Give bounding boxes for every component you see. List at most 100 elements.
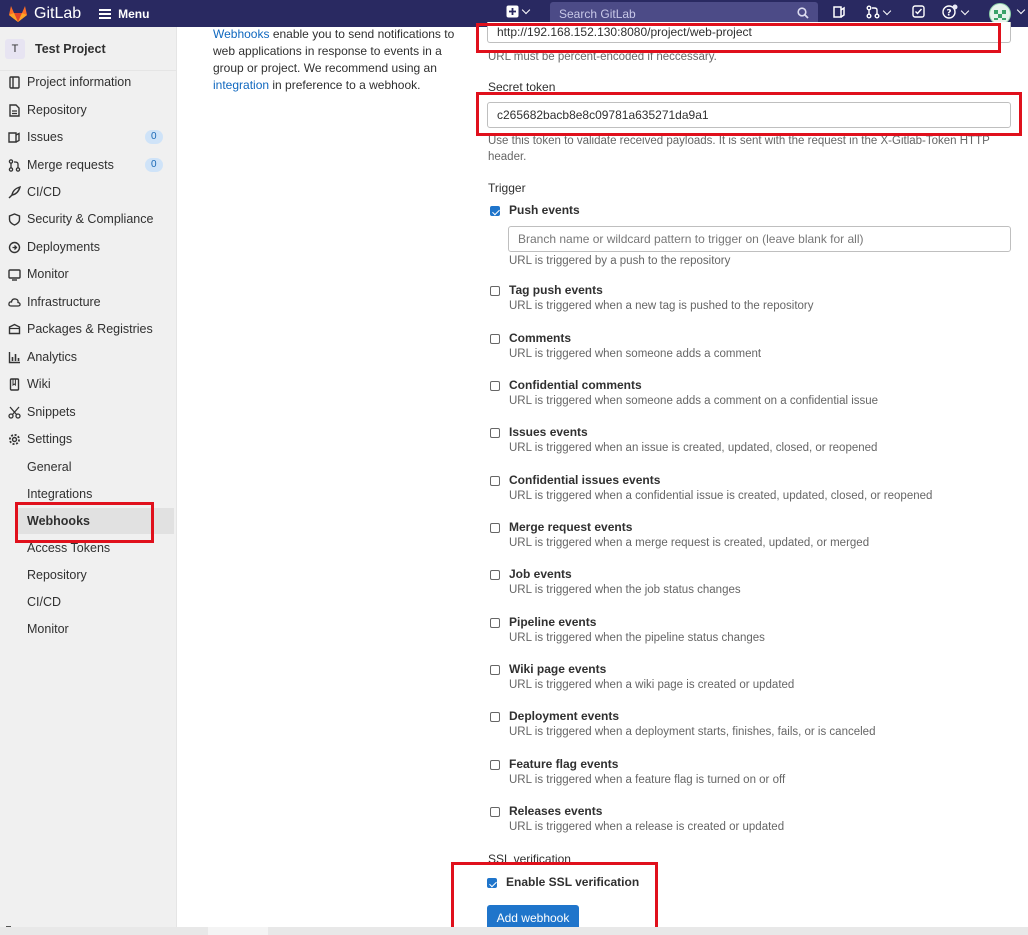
sidebar-item-monitor[interactable]: Monitor: [0, 261, 177, 287]
merge-request-icon: [866, 5, 880, 19]
gitlab-logo[interactable]: GitLab: [8, 4, 81, 23]
confidential-issues-events-checkbox[interactable]: [490, 476, 500, 486]
highlight-box-ssl-submit: [451, 862, 658, 935]
sidebar-item-label: Settings: [27, 432, 73, 446]
sidebar-item-label: Analytics: [27, 350, 78, 364]
trigger-desc: URL is triggered when a merge request is…: [509, 537, 870, 549]
sidebar-item-wiki[interactable]: Wiki: [0, 371, 177, 397]
issues-events-checkbox[interactable]: [490, 428, 500, 438]
settings-sub-ci-cd[interactable]: CI/CD: [0, 589, 177, 615]
trigger-title: Merge request events: [509, 520, 633, 534]
new-item-button[interactable]: [506, 5, 531, 18]
settings-sub-repository[interactable]: Repository: [0, 562, 177, 588]
horizontal-scrollbar[interactable]: [0, 927, 1028, 935]
app-name: GitLab: [34, 4, 82, 22]
help-icon: ?: [942, 4, 958, 19]
sidebar-item-settings[interactable]: Settings: [0, 426, 177, 452]
sidebar-project-header[interactable]: T Test Project: [0, 27, 176, 71]
sidebar-item-packages-registries[interactable]: Packages & Registries: [0, 316, 177, 342]
gear-icon: [7, 432, 21, 446]
search-placeholder: Search GitLab: [559, 6, 636, 21]
issues-icon: [7, 130, 21, 144]
trigger-title: Comments: [509, 331, 572, 345]
sidebar-item-label: Project information: [27, 75, 132, 89]
info-icon: [7, 75, 21, 89]
deployment-events-checkbox[interactable]: [490, 712, 500, 722]
issues-count-badge: 0: [145, 130, 163, 144]
sidebar-item-label: Packages & Registries: [27, 322, 153, 336]
menu-button[interactable]: Menu: [99, 7, 149, 21]
sidebar-item-merge-requests[interactable]: Merge requests 0: [0, 152, 177, 178]
help-button[interactable]: ?: [942, 4, 970, 20]
webhooks-docs-link[interactable]: Webhooks: [213, 27, 269, 41]
releases-events-checkbox[interactable]: [490, 807, 500, 817]
issues-top-button[interactable]: [832, 5, 846, 19]
sidebar-item-deployments[interactable]: Deployments: [0, 234, 177, 260]
search-icon: [797, 7, 809, 19]
sidebar-item-repository[interactable]: Repository: [0, 97, 177, 123]
sidebar-item-ci-cd[interactable]: CI/CD: [0, 179, 177, 205]
push-events-desc: URL is triggered by a push to the reposi…: [509, 255, 731, 267]
deployments-icon: [7, 240, 21, 254]
trigger-desc: URL is triggered when an issue is create…: [509, 442, 878, 454]
integration-docs-link[interactable]: integration: [213, 78, 269, 92]
settings-sub-general[interactable]: General: [0, 454, 177, 480]
sidebar-item-project-information[interactable]: Project information: [0, 69, 177, 95]
cloud-icon: [7, 295, 21, 309]
job-events-checkbox[interactable]: [490, 570, 500, 580]
sidebar-item-infrastructure[interactable]: Infrastructure: [0, 289, 177, 315]
confidential-comments-checkbox[interactable]: [490, 381, 500, 391]
trigger-title: Confidential comments: [509, 378, 642, 392]
sidebar-item-label: Monitor: [27, 267, 69, 281]
sidebar-item-label: Issues: [27, 130, 64, 144]
comments-checkbox[interactable]: [490, 334, 500, 344]
trigger-desc: URL is triggered when someone adds a com…: [509, 348, 762, 360]
shield-icon: [7, 212, 21, 226]
todo-checkbox-icon: [912, 5, 925, 18]
trigger-desc: URL is triggered when a feature flag is …: [509, 774, 786, 786]
svg-text:?: ?: [946, 9, 951, 19]
identicon-icon: [994, 10, 1006, 20]
push-branch-filter-input[interactable]: Branch name or wildcard pattern to trigg…: [508, 226, 1011, 252]
sidebar-item-snippets[interactable]: Snippets: [0, 399, 177, 425]
highlight-box-secret-token: [476, 92, 1022, 136]
book-icon: [7, 377, 21, 391]
feature-flag-events-checkbox[interactable]: [490, 760, 500, 770]
merge-request-events-checkbox[interactable]: [490, 523, 500, 533]
todos-button[interactable]: [912, 5, 925, 18]
gitlab-fox-icon: [9, 6, 27, 22]
hamburger-icon: [99, 7, 112, 21]
highlight-box-webhooks-nav: [15, 502, 154, 543]
wiki-page-events-checkbox[interactable]: [490, 665, 500, 675]
trigger-title: Deployment events: [509, 709, 620, 723]
sidebar-item-label: Infrastructure: [27, 295, 101, 309]
scrollbar-thumb[interactable]: [208, 927, 268, 935]
tag-push-events-checkbox[interactable]: [490, 286, 500, 296]
plus-square-icon: [506, 5, 519, 18]
scissors-icon: [7, 405, 21, 419]
secret-token-help-text: Use this token to validate received payl…: [488, 135, 990, 163]
rocket-icon: [7, 185, 21, 199]
pipeline-events-checkbox[interactable]: [490, 618, 500, 628]
push-events-checkbox[interactable]: [490, 206, 500, 216]
trigger-title: Releases events: [509, 804, 603, 818]
sidebar-item-issues[interactable]: Issues 0: [0, 124, 177, 150]
issues-icon: [833, 6, 845, 18]
chevron-down-icon: [882, 6, 892, 15]
sidebar-item-security-compliance[interactable]: Security & Compliance: [0, 206, 177, 232]
monitor-icon: [7, 267, 21, 281]
package-icon: [7, 322, 21, 336]
merge-requests-top-button[interactable]: [866, 5, 892, 19]
doc-icon: [7, 103, 21, 117]
trigger-title: Confidential issues events: [509, 473, 661, 487]
trigger-desc: URL is triggered when a confidential iss…: [509, 490, 933, 502]
push-branch-filter-placeholder: Branch name or wildcard pattern to trigg…: [518, 232, 864, 246]
trigger-title: Wiki page events: [509, 662, 607, 676]
sidebar-item-label: CI/CD: [27, 185, 62, 199]
webhooks-intro: Webhooks enable you to send notification…: [213, 26, 458, 94]
sidebar-item-analytics[interactable]: Analytics: [0, 344, 177, 370]
trigger-title: Issues events: [509, 425, 588, 439]
settings-sub-monitor[interactable]: Monitor: [0, 616, 177, 642]
avatar-chevron-icon[interactable]: [1016, 5, 1026, 15]
project-avatar: T: [5, 38, 25, 59]
